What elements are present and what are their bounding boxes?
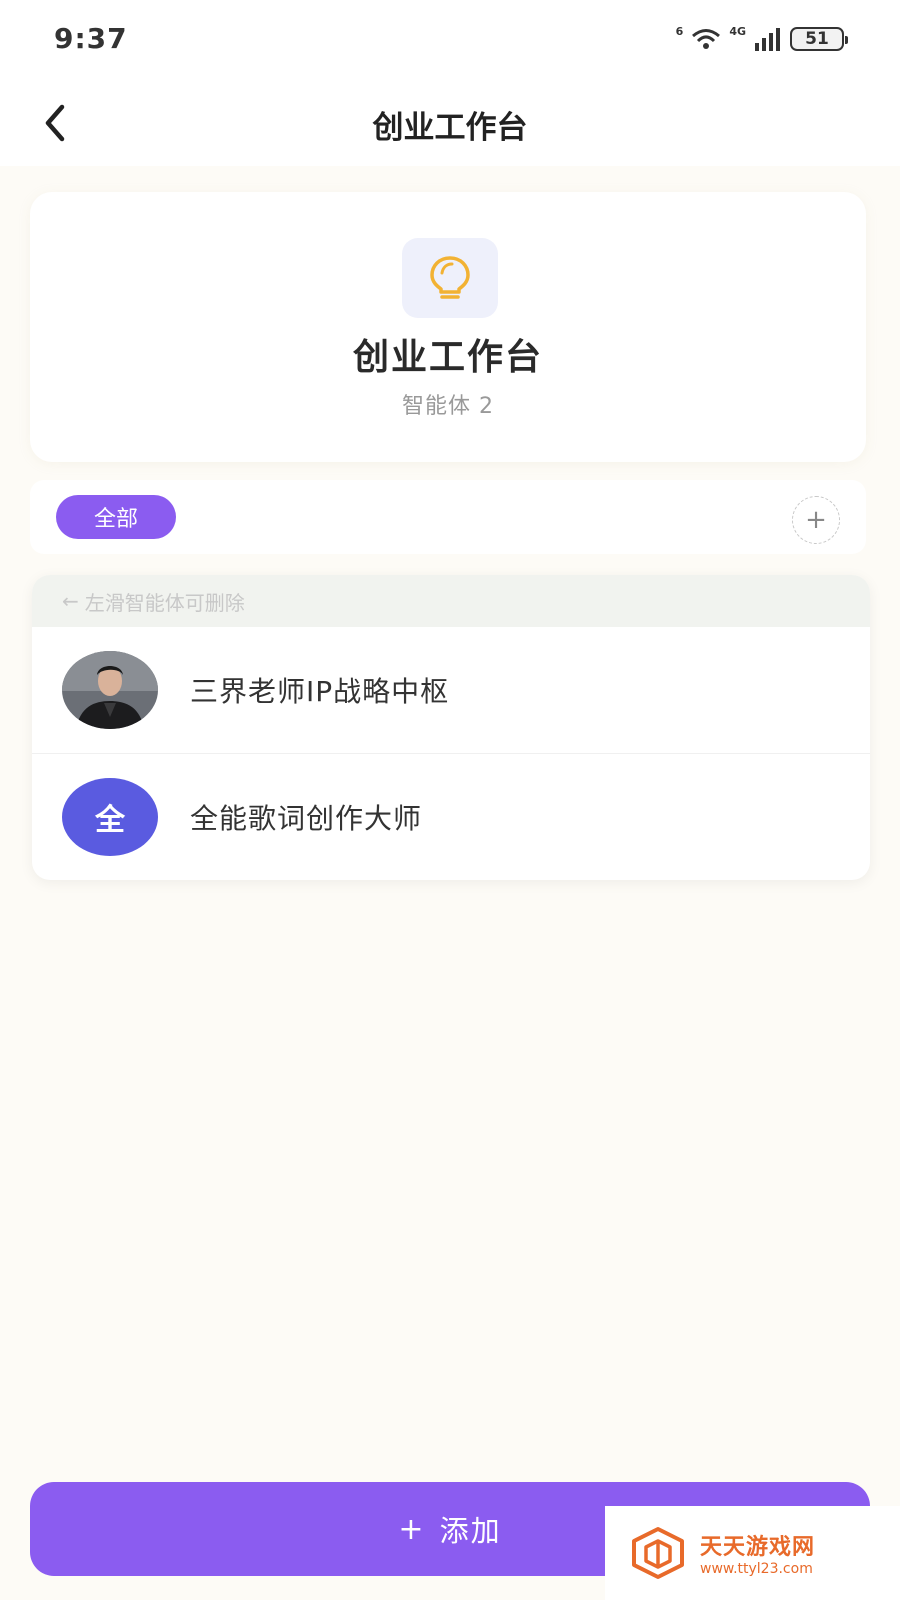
add-category-button[interactable]: + <box>792 496 840 544</box>
plus-icon: + <box>398 1511 426 1547</box>
avatar <box>62 651 158 729</box>
wifi-icon <box>692 29 721 49</box>
page-title: 创业工作台 <box>372 110 528 146</box>
arrow-left-icon: ← <box>62 589 79 613</box>
battery-level: 51 <box>805 29 829 49</box>
filter-row: 全部 + <box>30 480 866 554</box>
watermark-text: 天天游戏网 www.ttyl23.com <box>700 1529 815 1577</box>
plus-icon: + <box>805 505 827 535</box>
agent-name: 三界老师IP战略中枢 <box>190 675 450 708</box>
cell-label: 4G <box>729 24 746 38</box>
status-time: 9:37 <box>54 22 128 55</box>
network-label: 6 <box>675 24 684 38</box>
watermark: 天天游戏网 www.ttyl23.com <box>605 1506 900 1600</box>
workspace-icon-box <box>402 238 498 318</box>
watermark-logo-icon <box>632 1527 684 1579</box>
signal-icon <box>755 28 780 51</box>
status-icons: 6 4G 51 <box>675 22 848 56</box>
filter-chip-all[interactable]: 全部 <box>56 495 176 539</box>
person-photo-icon <box>62 651 158 729</box>
workspace-info-card: 创业工作台 智能体 2 <box>30 192 866 462</box>
watermark-name: 天天游戏网 <box>700 1535 816 1560</box>
list-item[interactable]: 三界老师IP战略中枢 <box>32 627 870 753</box>
agent-count: 智能体 2 <box>402 394 494 419</box>
swipe-hint-text: 左滑智能体可删除 <box>84 590 245 615</box>
lightbulb-icon <box>430 256 470 299</box>
battery-icon: 51 <box>790 27 848 51</box>
workspace-title: 创业工作台 <box>352 337 543 378</box>
status-bar: 9:37 6 4G 51 <box>0 0 900 80</box>
app-header: 创业工作台 <box>0 80 900 166</box>
list-item[interactable]: 全 全能歌词创作大师 <box>32 753 870 879</box>
agent-list: ← 左滑智能体可删除 三界老师IP战略中枢 全 全能歌词创作大师 <box>32 575 870 880</box>
swipe-hint: ← 左滑智能体可删除 <box>32 575 870 627</box>
watermark-url: www.ttyl23.com <box>700 1561 813 1577</box>
avatar: 全 <box>62 777 158 856</box>
agent-name: 全能歌词创作大师 <box>190 801 423 835</box>
add-button-label: 添加 <box>439 1514 502 1548</box>
